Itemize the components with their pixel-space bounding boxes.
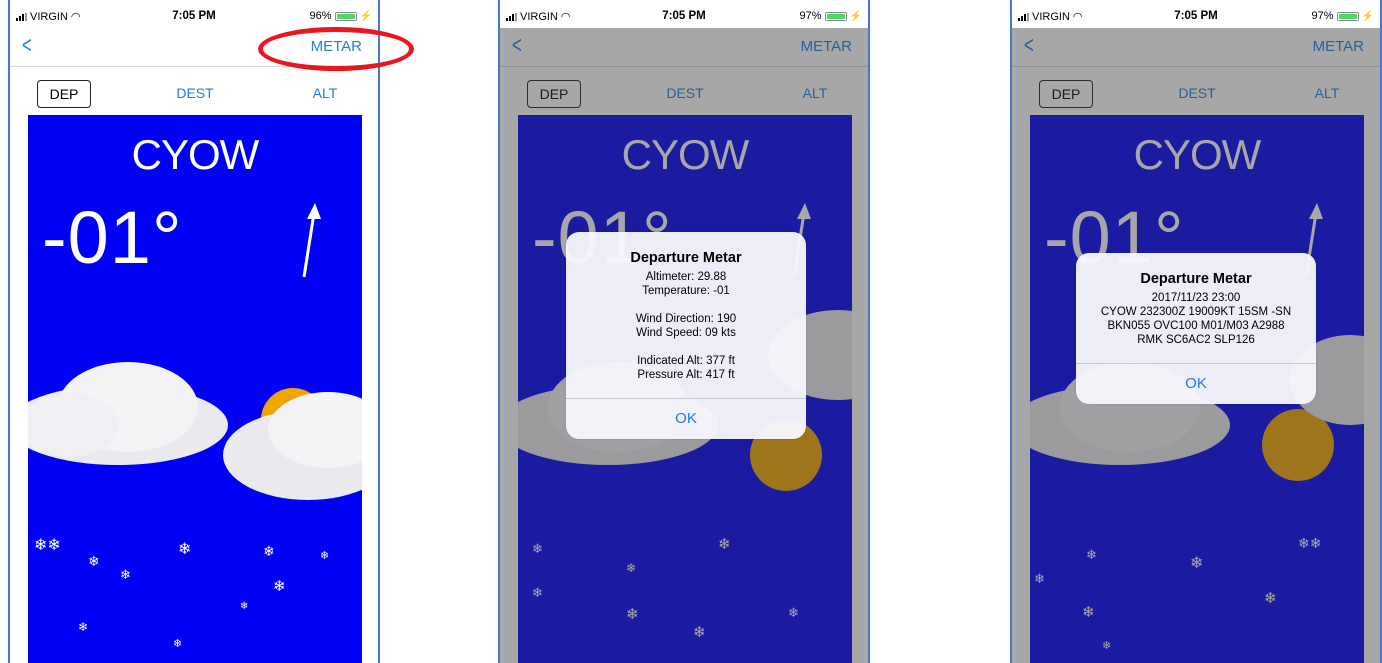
dialog-message: 2017/11/23 23:00 CYOW 232300Z 19009KT 15… [1100,292,1292,346]
dialog-title: Departure Metar [1140,271,1252,287]
battery-percent: 97% [799,10,822,22]
back-button[interactable]: < [22,34,32,58]
segment-alt[interactable]: ALT [300,80,350,106]
ok-button[interactable]: OK [566,398,806,439]
phone-screen-3: VIRGIN ◠ 7:05 PM 97% ⚡ < METAR DEP DEST … [1010,0,1382,663]
phone-screen-2: VIRGIN ◠ 7:05 PM 97% ⚡ < METAR DEP DEST … [498,0,870,663]
snowflake-icon: ❄ [320,550,330,562]
status-bar: VIRGIN ◠ 7:05 PM 96% ⚡ [10,0,378,28]
dialog-title: Departure Metar [630,250,742,266]
snowflake-icon: ❄ [88,553,100,569]
departure-metar-dialog: Departure Metar 2017/11/23 23:00 CYOW 23… [1076,253,1316,404]
weather-panel: CYOW -01° ❄❄ ❄ ❄ ❄ ❄ ❄ ❄ ❄ ❄ ❄ [28,115,362,663]
charging-icon: ⚡ [849,10,862,22]
cloud-icon [223,392,362,500]
dialog-message: Altimeter: 29.88 Temperature: -01 Wind D… [635,271,737,381]
snowflake-icon: ❄ [273,578,286,595]
snowflake-icon: ❄ [178,541,192,558]
battery-percent: 96% [309,10,332,22]
station-code: CYOW [131,131,260,178]
temperature: -01° [42,196,183,279]
charging-icon: ⚡ [359,10,372,22]
snowflake-icon: ❄ [78,620,89,634]
charging-icon: ⚡ [1361,10,1374,22]
snowflake-icon: ❄❄ [34,537,61,554]
battery-percent: 97% [1311,10,1334,22]
status-bar: VIRGIN ◠ 7:05 PM 97% ⚡ [500,0,868,28]
snowflake-icon: ❄ [120,567,131,582]
ok-button[interactable]: OK [1076,363,1316,404]
snowflake-icon: ❄ [263,543,275,559]
battery-icon [334,11,357,21]
segment-dep[interactable]: DEP [37,80,91,108]
wind-arrow-icon [302,203,321,278]
highlight-ring [258,27,414,71]
departure-metar-dialog: Departure Metar Altimeter: 29.88 Tempera… [566,232,806,439]
airport-segmented-control: DEP DEST ALT [10,80,378,108]
battery-icon [1336,11,1359,21]
segment-dest[interactable]: DEST [160,80,230,106]
snowflake-icon: ❄ [240,601,249,612]
status-bar: VIRGIN ◠ 7:05 PM 97% ⚡ [1012,0,1380,28]
phone-screen-1: VIRGIN ◠ 7:05 PM 96% ⚡ < METAR DEP DEST … [8,0,380,663]
battery-icon [824,11,847,21]
snowflake-icon: ❄ [173,638,183,650]
